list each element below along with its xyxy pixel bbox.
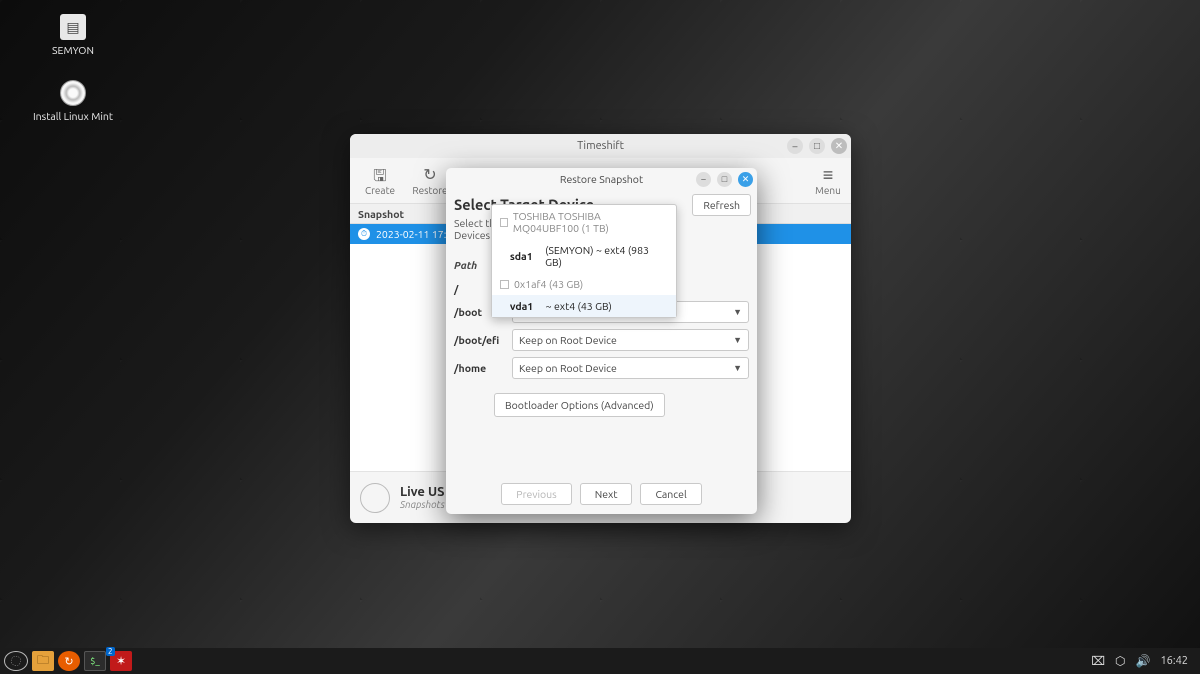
path-home: /home	[454, 362, 506, 374]
timeshift-taskbar-button[interactable]: ↻	[58, 651, 80, 671]
toolbar-create[interactable]: 🖫 Create	[356, 165, 404, 196]
disc-icon	[360, 483, 390, 513]
start-menu-button[interactable]: ◌	[4, 651, 28, 671]
maximize-button[interactable]: □	[809, 138, 825, 154]
toolbar-menu[interactable]: ≡ Menu	[811, 165, 845, 196]
minimize-button[interactable]: –	[787, 138, 803, 154]
chevron-down-icon: ▼	[733, 363, 742, 373]
dropdown-disk-header: TOSHIBA TOSHIBA MQ04UBF100 (1 TB)	[492, 205, 676, 239]
taskbar: ◌ 🗀 ↻ $_ 2✶ ⌧ ⬡ 🔊 16:42	[0, 648, 1200, 674]
save-icon: 🖫	[356, 165, 404, 185]
close-button[interactable]: ✕	[738, 172, 753, 187]
ondemand-icon: ⏱	[358, 228, 370, 240]
maximize-button[interactable]: □	[717, 172, 732, 187]
tray-network-icon[interactable]: ⬡	[1115, 654, 1125, 668]
bootloader-options-button[interactable]: Bootloader Options (Advanced)	[494, 393, 665, 417]
device-select-bootefi[interactable]: Keep on Root Device ▼	[512, 329, 749, 351]
taskbar-clock[interactable]: 16:42	[1160, 655, 1188, 667]
dropdown-disk-header: 0x1af4 (43 GB)	[492, 273, 676, 295]
drive-icon: ▤	[60, 14, 86, 40]
chevron-down-icon: ▼	[733, 335, 742, 345]
cancel-button[interactable]: Cancel	[640, 483, 701, 505]
disk-icon	[500, 218, 508, 227]
desktop-icon-label: Install Linux Mint	[25, 110, 121, 122]
path-bootefi: /boot/efi	[454, 334, 506, 346]
dialog-title: Restore Snapshot	[560, 173, 643, 185]
disc-icon	[60, 80, 86, 106]
refresh-button[interactable]: Refresh	[692, 194, 751, 216]
minimize-button[interactable]: –	[696, 172, 711, 187]
file-manager-button[interactable]: 🗀	[32, 651, 54, 671]
disk-icon	[500, 280, 509, 289]
dropdown-option[interactable]: sda1 (SEMYON) ~ ext4 (983 GB)	[492, 239, 676, 273]
device-dropdown[interactable]: TOSHIBA TOSHIBA MQ04UBF100 (1 TB) sda1 (…	[491, 204, 677, 318]
path-column-header: Path	[454, 259, 494, 271]
window-title: Timeshift	[577, 140, 624, 152]
badge: 2	[106, 647, 115, 656]
desktop-icon-label: SEMYON	[25, 44, 121, 56]
chevron-down-icon: ▼	[733, 307, 742, 317]
terminal-taskbar-button[interactable]: $_	[84, 651, 106, 671]
close-button[interactable]: ✕	[831, 138, 847, 154]
tray-volume-icon[interactable]: 🔊	[1136, 654, 1151, 668]
desktop-icon-install[interactable]: Install Linux Mint	[25, 80, 121, 122]
hamburger-icon: ≡	[811, 165, 845, 185]
tray-keyboard-icon[interactable]: ⌧	[1091, 654, 1105, 668]
timeshift-titlebar[interactable]: Timeshift – □ ✕	[350, 134, 851, 158]
previous-button: Previous	[501, 483, 571, 505]
desktop-icon-semyon[interactable]: ▤ SEMYON	[25, 14, 121, 56]
dropdown-option[interactable]: vda1 ~ ext4 (43 GB)	[492, 295, 676, 317]
dialog-titlebar[interactable]: Restore Snapshot – □ ✕	[446, 168, 757, 190]
next-button[interactable]: Next	[580, 483, 633, 505]
footer-subtitle: Snapshots a	[400, 499, 453, 510]
device-select-home[interactable]: Keep on Root Device ▼	[512, 357, 749, 379]
app-taskbar-button[interactable]: 2✶	[110, 651, 132, 671]
footer-title: Live US	[400, 485, 453, 499]
